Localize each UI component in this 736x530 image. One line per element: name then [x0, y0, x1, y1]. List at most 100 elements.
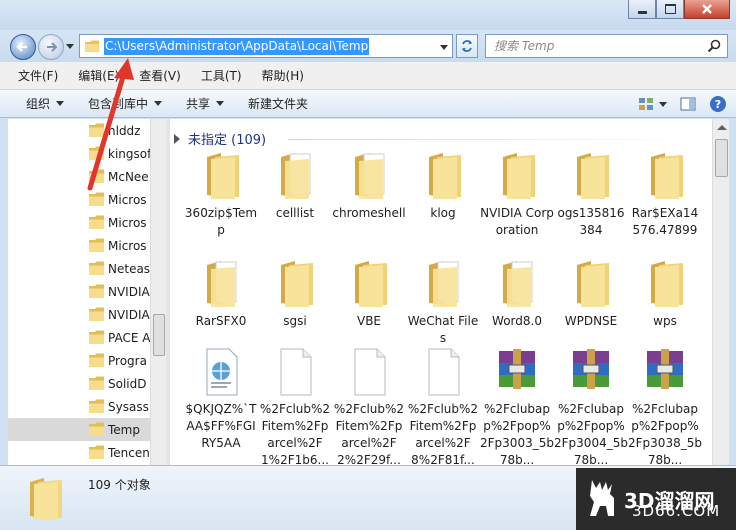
- nav-item-label: NVIDIA: [108, 307, 150, 322]
- folder-item[interactable]: RarSFX0: [184, 259, 258, 330]
- preview-pane-button[interactable]: [678, 94, 698, 114]
- share-button[interactable]: 共享: [174, 95, 236, 112]
- nav-item[interactable]: SolidD: [8, 372, 150, 395]
- maximize-button[interactable]: [656, 0, 684, 19]
- help-button[interactable]: ?: [708, 94, 728, 114]
- folder-icon: [88, 191, 105, 208]
- nav-item[interactable]: PACE A: [8, 326, 150, 349]
- scroll-up-icon[interactable]: [717, 125, 727, 130]
- group-header[interactable]: 未指定 (109): [174, 129, 266, 148]
- view-controls: ?: [626, 94, 728, 114]
- include-in-library-button[interactable]: 包含到库中: [76, 95, 174, 112]
- nav-item-label: Neteas: [108, 261, 150, 276]
- nav-item[interactable]: kingsof: [8, 142, 150, 165]
- item-name: NVIDIA Corporation: [480, 206, 554, 237]
- navigation-scroll-thumb[interactable]: [153, 314, 165, 356]
- folder-icon: [88, 375, 105, 392]
- file-item[interactable]: %2Fclubapp%2Fpop%2Fp3004_5b78b...: [554, 347, 628, 465]
- recent-pages-dropdown-icon[interactable]: [66, 42, 74, 50]
- folder-item[interactable]: NVIDIA Corporation: [480, 151, 554, 239]
- folder-icon: [258, 259, 332, 311]
- view-dropdown[interactable]: [658, 94, 668, 114]
- nav-item[interactable]: NVIDIA: [8, 303, 150, 326]
- search-input[interactable]: [494, 35, 694, 57]
- folder-icon: [30, 478, 62, 520]
- address-dropdown-icon[interactable]: [440, 43, 448, 51]
- item-name: %2Fclubapp%2Fpop%2Fp3003_5b78b...: [480, 402, 554, 465]
- folder-icon: [88, 237, 105, 254]
- folder-icon: [554, 259, 628, 311]
- nav-item-label: kingsof: [108, 146, 150, 161]
- menu-tools[interactable]: 工具(T): [191, 67, 252, 84]
- folder-item[interactable]: Word8.0: [480, 259, 554, 330]
- forward-button[interactable]: [38, 34, 64, 60]
- nav-item[interactable]: Temp: [8, 418, 150, 441]
- file-item[interactable]: $QKJQZ%`TAA$FF%FGIRY5AA: [184, 347, 258, 452]
- file-item[interactable]: %2Fclub%2Fitem%2Fparcel%2F1%2F1b6...: [258, 347, 332, 465]
- search-box[interactable]: [485, 34, 728, 58]
- folder-icon: [480, 151, 554, 203]
- navigation-scrollbar[interactable]: [150, 119, 166, 465]
- menu-view[interactable]: 查看(V): [129, 67, 191, 84]
- folder-item[interactable]: VBE: [332, 259, 406, 330]
- item-name: %2Fclub%2Fitem%2Fparcel%2F8%2F81f...: [407, 402, 479, 465]
- close-button[interactable]: [684, 0, 730, 19]
- nav-item[interactable]: Micros: [8, 188, 150, 211]
- folder-icon: [554, 151, 628, 203]
- file-item[interactable]: %2Fclub%2Fitem%2Fparcel%2F8%2F81f...: [406, 347, 480, 465]
- nav-item[interactable]: Tencen: [8, 441, 150, 464]
- nav-item[interactable]: NVIDIA: [8, 280, 150, 303]
- folder-paper-icon: [406, 259, 480, 311]
- rar-file-icon: [554, 347, 628, 399]
- watermark: 3D溜溜网 3D66.COM: [576, 468, 736, 530]
- folder-item[interactable]: ogs135816384: [554, 151, 628, 239]
- close-icon: [702, 4, 712, 14]
- folder-item[interactable]: sgsi: [258, 259, 332, 330]
- menu-file[interactable]: 文件(F): [8, 67, 68, 84]
- file-item[interactable]: %2Fclubapp%2Fpop%2Fp3038_5b78b...: [628, 347, 702, 465]
- new-folder-button[interactable]: 新建文件夹: [236, 95, 320, 112]
- share-label: 共享: [186, 97, 211, 111]
- nav-item[interactable]: Neteas: [8, 257, 150, 280]
- address-bar[interactable]: C:\Users\Administrator\AppData\Local\Tem…: [79, 34, 453, 58]
- nav-item[interactable]: Sysassi: [8, 395, 150, 418]
- window-controls: [628, 0, 730, 19]
- folder-paper-icon: [184, 259, 258, 311]
- folder-item[interactable]: WeChat Files: [406, 259, 480, 347]
- minimize-button[interactable]: [628, 0, 656, 19]
- nav-item[interactable]: Micros: [8, 234, 150, 257]
- nav-item[interactable]: McNee: [8, 165, 150, 188]
- organize-button[interactable]: 组织: [0, 95, 76, 112]
- folder-item[interactable]: klog: [406, 151, 480, 222]
- blank-file-icon: [332, 347, 406, 399]
- change-view-button[interactable]: [636, 94, 656, 114]
- menu-edit[interactable]: 编辑(E): [68, 67, 129, 84]
- back-button[interactable]: [10, 34, 36, 60]
- nav-item[interactable]: Micros: [8, 211, 150, 234]
- item-count: 109 个对象: [88, 478, 151, 492]
- item-name: sgsi: [283, 314, 307, 328]
- menu-help[interactable]: 帮助(H): [252, 67, 314, 84]
- content-scrollbar[interactable]: [712, 119, 729, 465]
- folder-item[interactable]: WPDNSE: [554, 259, 628, 330]
- refresh-button[interactable]: [456, 34, 478, 58]
- folder-item[interactable]: wps: [628, 259, 702, 330]
- help-icon: ?: [710, 96, 726, 112]
- search-icon[interactable]: [707, 39, 721, 53]
- item-name: WeChat Files: [407, 314, 479, 345]
- nav-item[interactable]: hlddz: [8, 119, 150, 142]
- folder-item[interactable]: 360zip$Temp: [184, 151, 258, 239]
- folder-item[interactable]: celllist: [258, 151, 332, 222]
- folder-item[interactable]: chromeshell: [332, 151, 406, 222]
- item-name: RarSFX0: [195, 314, 247, 328]
- menu-bar: 文件(F) 编辑(E) 查看(V) 工具(T) 帮助(H): [0, 62, 736, 90]
- file-item[interactable]: %2Fclubapp%2Fpop%2Fp3003_5b78b...: [480, 347, 554, 465]
- web-file-icon: [184, 347, 258, 399]
- folder-paper-icon: [480, 259, 554, 311]
- folder-item[interactable]: Rar$EXa14576.47899: [628, 151, 702, 239]
- address-row: C:\Users\Administrator\AppData\Local\Tem…: [0, 30, 736, 62]
- address-path[interactable]: C:\Users\Administrator\AppData\Local\Tem…: [104, 37, 370, 55]
- nav-item[interactable]: Progra: [8, 349, 150, 372]
- file-item[interactable]: %2Fclub%2Fitem%2Fparcel%2F2%2F29f...: [332, 347, 406, 465]
- content-scroll-thumb[interactable]: [715, 139, 728, 177]
